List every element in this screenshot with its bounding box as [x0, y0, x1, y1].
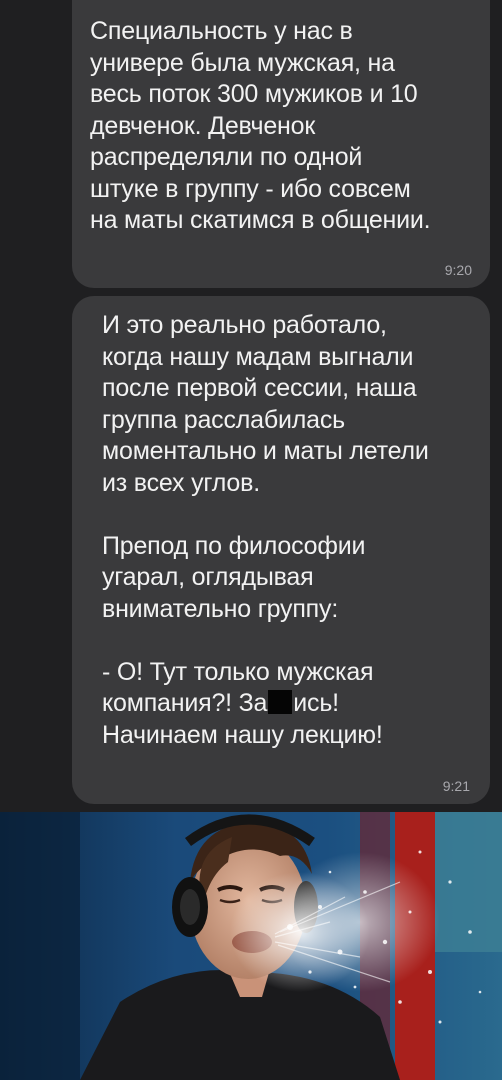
message-text-line: внимательно группу: [102, 594, 339, 623]
message-text-line: И это реально работало, [102, 311, 387, 339]
message-text-line: девченок. Девченок [90, 111, 316, 140]
message-text-line: весь поток 300 мужиков и 10 [90, 80, 418, 108]
message-text-line: угарал, оглядывая [102, 563, 314, 591]
message-text-line: когда нашу мадам выгнали [102, 342, 414, 371]
message-text-line: Начинаем нашу лекцию! [102, 720, 383, 749]
message-text-line: универе была мужская, на [90, 48, 395, 77]
censor-block [268, 690, 293, 714]
message-text-line: из всех углов. [102, 468, 260, 497]
chat-thread: Специальность у нас в универе была мужск… [0, 0, 502, 812]
message-bubble-incoming[interactable]: Специальность у нас в универе была мужск… [72, 0, 490, 288]
message-text-line: на маты скатимся в общении. [90, 206, 431, 234]
message-text-line: после первой сессии, наша [102, 374, 417, 402]
message-text-line: - О! Тут только мужская [102, 657, 374, 686]
message-text-line: Специальность у нас в [90, 17, 353, 45]
message-timestamp: 9:21 [442, 778, 470, 794]
message-text-line: распределяли по одной [90, 143, 363, 171]
message-text-line: моментально и маты летели [102, 437, 429, 465]
message-text-line: группа расслабилась [102, 405, 345, 434]
message-text-line: Препод по философии [102, 531, 366, 560]
message-bubble-incoming[interactable]: И это реально работало, когда нашу мадам… [72, 296, 490, 804]
message-text-line: штуке в группу - ибо совсем [90, 174, 411, 203]
censored-text-before: компания?! За [102, 689, 268, 717]
message-timestamp: 9:20 [444, 262, 472, 278]
meme-photo [0, 812, 502, 1080]
man-with-headphones-spitting-water-icon [0, 812, 502, 1080]
censored-text-after: ись! [293, 689, 339, 717]
message-text-line-censored: компания?! За ись! [102, 688, 474, 720]
